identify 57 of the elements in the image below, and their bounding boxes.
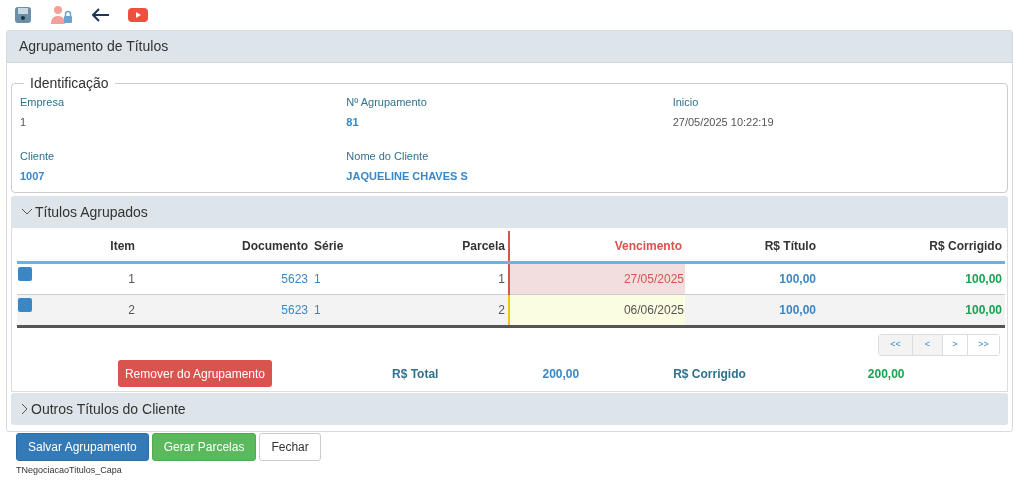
action-button[interactable]: Salvar Agrupamento <box>16 433 149 461</box>
column-header: Série <box>311 231 401 262</box>
field-label: Inicio <box>672 95 700 110</box>
table-cell: 100,00 <box>685 262 819 294</box>
table-cell: 100,00 <box>819 294 1005 326</box>
user-lock-icon[interactable] <box>50 5 74 25</box>
total-label: R$ Total <box>392 365 439 383</box>
corrected-total: 200,00 <box>867 365 905 383</box>
save-icon[interactable] <box>14 6 32 24</box>
section-header[interactable]: Títulos Agrupados <box>11 196 1008 228</box>
chevron-down-icon[interactable] <box>21 208 33 216</box>
table-cell: 5623 <box>138 294 311 326</box>
table-cell: 2 <box>41 294 138 326</box>
video-play-icon[interactable] <box>128 7 148 23</box>
pager-button[interactable]: < <box>912 334 942 355</box>
field-value: 81 <box>346 115 360 130</box>
corrected-label: R$ Corrigido <box>673 365 746 383</box>
field-value: 1007 <box>20 169 46 184</box>
action-button[interactable]: Gerar Parcelas <box>151 433 257 461</box>
table-cell: 1 <box>311 262 401 294</box>
section-title: Outros Títulos do Cliente <box>31 399 186 419</box>
table-cell: 27/05/2025 <box>509 262 685 294</box>
field-value: 1 <box>20 115 28 130</box>
field-value: 27/05/2025 10:22:19 <box>672 115 775 130</box>
back-arrow-icon[interactable] <box>92 8 110 22</box>
pager-button[interactable]: >> <box>967 334 999 355</box>
table-cell: 1 <box>311 294 401 326</box>
field-label: Nº Agrupamento <box>346 95 428 110</box>
field-value: JAQUELINE CHAVES S <box>346 169 469 184</box>
table-cell: 100,00 <box>819 262 1005 294</box>
column-header: R$ Corrigido <box>819 231 1005 262</box>
fieldset-legend: Identificação <box>24 73 115 94</box>
field-label: Nome do Cliente <box>346 149 430 164</box>
form-name: TNegociacaoTitulos_Capa <box>16 464 123 477</box>
table-cell: 1 <box>41 262 138 294</box>
action-button[interactable]: Fechar <box>259 433 321 461</box>
column-header: Item <box>41 231 138 262</box>
row-checkbox[interactable] <box>18 297 32 312</box>
field-label: Cliente <box>20 149 56 164</box>
section-title: Títulos Agrupados <box>35 202 148 222</box>
panel-title: Agrupamento de Títulos <box>19 37 169 56</box>
table-cell: 2 <box>401 294 509 326</box>
column-header: R$ Título <box>685 231 819 262</box>
chevron-right-icon[interactable] <box>21 403 29 415</box>
remove-button[interactable]: Remover do Agrupamento <box>118 360 272 387</box>
column-header: Parcela <box>401 231 509 262</box>
column-header: Vencimento <box>509 231 685 262</box>
table-cell: 5623 <box>138 262 311 294</box>
table-cell: 1 <box>401 262 509 294</box>
table-cell: 06/06/2025 <box>509 294 685 326</box>
pager-button[interactable]: << <box>879 334 912 355</box>
table-cell: 100,00 <box>685 294 819 326</box>
section-header[interactable]: Outros Títulos do Cliente <box>11 393 1008 425</box>
column-header: Documento <box>138 231 311 262</box>
total-value: 200,00 <box>542 365 580 383</box>
row-checkbox[interactable] <box>18 266 32 281</box>
field-label: Empresa <box>20 95 66 110</box>
